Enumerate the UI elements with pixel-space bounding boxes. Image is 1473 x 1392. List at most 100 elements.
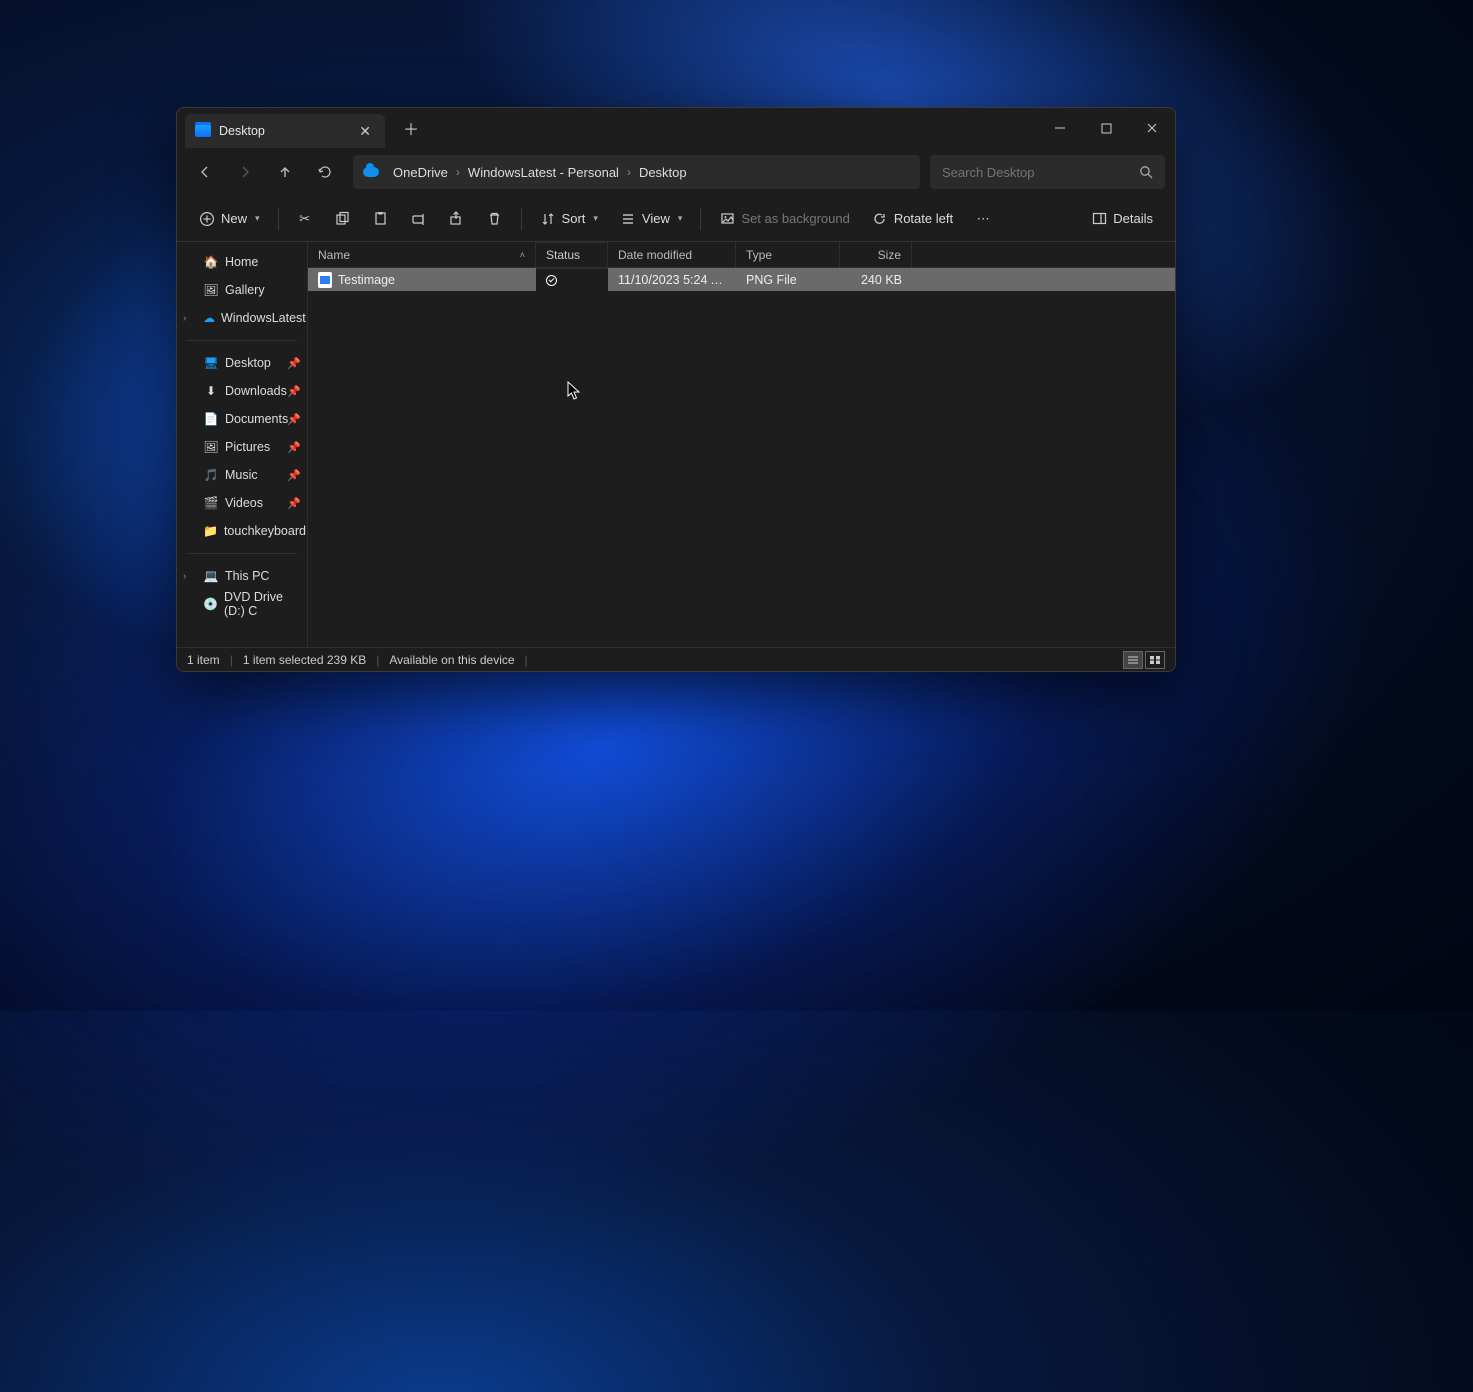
toolbar-separator — [278, 208, 279, 230]
close-window-button[interactable] — [1129, 108, 1175, 148]
chevron-down-icon: ▾ — [255, 213, 260, 224]
breadcrumb-segment[interactable]: WindowsLatest - Personal — [462, 161, 625, 184]
back-arrow-icon — [197, 164, 213, 180]
png-file-icon — [318, 272, 332, 288]
sidebar-item-music[interactable]: 🎵 Music 📌 — [177, 461, 307, 489]
copy-button[interactable] — [325, 205, 361, 233]
sidebar-item-documents[interactable]: 📄Documents📌 — [177, 405, 307, 433]
file-list-area: Name˄ Status Date modified Type Size Tes… — [308, 242, 1175, 647]
sidebar-item-label: This PC — [225, 569, 269, 583]
sidebar-item-pictures[interactable]: 🖼Pictures📌 — [177, 433, 307, 461]
grid-view-icon — [1149, 655, 1161, 665]
tab-title: Desktop — [219, 124, 353, 138]
column-header-date[interactable]: Date modified — [608, 242, 736, 267]
more-button[interactable]: ⋯ — [965, 205, 1001, 233]
view-label: View — [642, 211, 670, 226]
up-arrow-icon — [277, 164, 293, 180]
sidebar-item-label: WindowsLatest — [221, 311, 306, 325]
pin-icon: 📌 — [287, 357, 301, 370]
thumbnails-view-button[interactable] — [1145, 651, 1165, 669]
sort-button[interactable]: Sort ▾ — [530, 205, 608, 233]
details-view-button[interactable] — [1123, 651, 1143, 669]
pin-icon: 📌 — [287, 385, 301, 398]
breadcrumb-root[interactable]: OneDrive — [387, 161, 454, 184]
sidebar-divider — [187, 553, 297, 554]
sidebar-item-downloads[interactable]: ⬇Downloads📌 — [177, 377, 307, 405]
sidebar-item-label: Documents — [225, 412, 288, 426]
rename-button[interactable] — [401, 205, 437, 233]
nav-row: OneDrive › WindowsLatest - Personal › De… — [177, 148, 1175, 196]
sidebar-item-touchkeyboard[interactable]: 📁touchkeyboard — [177, 517, 307, 545]
paste-button[interactable] — [363, 205, 399, 233]
rotate-left-button[interactable]: Rotate left — [862, 205, 963, 233]
copy-icon — [335, 211, 351, 227]
sidebar-item-label: Music — [225, 468, 258, 482]
desktop-icon — [195, 125, 211, 137]
sidebar-item-thispc[interactable]: ›💻This PC — [177, 562, 307, 590]
column-header-size[interactable]: Size — [840, 242, 912, 267]
address-bar[interactable]: OneDrive › WindowsLatest - Personal › De… — [353, 155, 920, 189]
list-view-icon — [1127, 655, 1139, 665]
view-icon — [620, 211, 636, 227]
column-header-status[interactable]: Status — [536, 242, 608, 266]
forward-arrow-icon — [237, 164, 253, 180]
column-header-name[interactable]: Name˄ — [308, 242, 536, 267]
tab-desktop[interactable]: Desktop ✕ — [185, 114, 385, 148]
breadcrumb-segment[interactable]: Desktop — [633, 161, 693, 184]
file-row[interactable]: Testimage 11/10/2023 5:24 AM PNG File 24… — [308, 268, 1175, 291]
status-separator: | — [376, 653, 379, 667]
desktop-icon: 🖥 — [203, 355, 219, 371]
toolbar-separator — [521, 208, 522, 230]
sidebar-item-home[interactable]: 🏠Home — [177, 248, 307, 276]
maximize-button[interactable] — [1083, 108, 1129, 148]
new-tab-button[interactable]: ＋ — [395, 112, 427, 144]
pictures-icon: 🖼 — [203, 439, 219, 455]
status-item-count: 1 item — [187, 653, 220, 667]
new-label: New — [221, 211, 247, 226]
forward-button[interactable] — [227, 154, 263, 190]
cut-icon: ✂ — [297, 211, 313, 227]
search-icon — [1139, 165, 1153, 179]
music-icon: 🎵 — [203, 467, 219, 483]
sidebar-item-videos[interactable]: 🎬Videos📌 — [177, 489, 307, 517]
file-list[interactable]: Testimage 11/10/2023 5:24 AM PNG File 24… — [308, 268, 1175, 647]
back-button[interactable] — [187, 154, 223, 190]
downloads-icon: ⬇ — [203, 383, 219, 399]
share-icon — [449, 211, 465, 227]
rotate-left-label: Rotate left — [894, 211, 953, 226]
sidebar-item-dvd[interactable]: 💿DVD Drive (D:) C — [177, 590, 307, 618]
status-availability: Available on this device — [389, 653, 514, 667]
search-input[interactable] — [942, 165, 1139, 180]
share-button[interactable] — [439, 205, 475, 233]
set-background-button[interactable]: Set as background — [709, 205, 859, 233]
titlebar: Desktop ✕ ＋ — [177, 108, 1175, 148]
rotate-left-icon — [872, 211, 888, 227]
up-button[interactable] — [267, 154, 303, 190]
onedrive-icon — [363, 167, 379, 177]
sort-label: Sort — [562, 211, 586, 226]
sidebar-item-onedrive[interactable]: ›☁WindowsLatest — [177, 304, 307, 332]
pin-icon: 📌 — [287, 469, 301, 482]
status-separator: | — [525, 653, 528, 667]
sidebar-item-gallery[interactable]: 🖼Gallery — [177, 276, 307, 304]
column-header-type[interactable]: Type — [736, 242, 840, 267]
minimize-button[interactable] — [1037, 108, 1083, 148]
search-box[interactable] — [930, 155, 1165, 189]
sidebar-item-label: Videos — [225, 496, 263, 510]
set-bg-label: Set as background — [741, 211, 849, 226]
sidebar-item-label: Desktop — [225, 356, 271, 370]
details-pane-button[interactable]: Details — [1081, 205, 1163, 233]
new-button[interactable]: New ▾ — [189, 205, 270, 233]
more-icon: ⋯ — [975, 211, 991, 227]
cut-button[interactable]: ✂ — [287, 205, 323, 233]
close-tab-button[interactable]: ✕ — [353, 121, 377, 142]
column-headers: Name˄ Status Date modified Type Size — [308, 242, 1175, 268]
file-type: PNG File — [736, 273, 840, 287]
sidebar-item-desktop[interactable]: 🖥 Desktop 📌 — [177, 349, 307, 377]
chevron-right-icon: › — [183, 313, 186, 324]
delete-button[interactable] — [477, 205, 513, 233]
view-button[interactable]: View ▾ — [610, 205, 692, 233]
sort-icon — [540, 211, 556, 227]
status-bar: 1 item | 1 item selected 239 KB | Availa… — [177, 647, 1175, 671]
refresh-button[interactable] — [307, 154, 343, 190]
